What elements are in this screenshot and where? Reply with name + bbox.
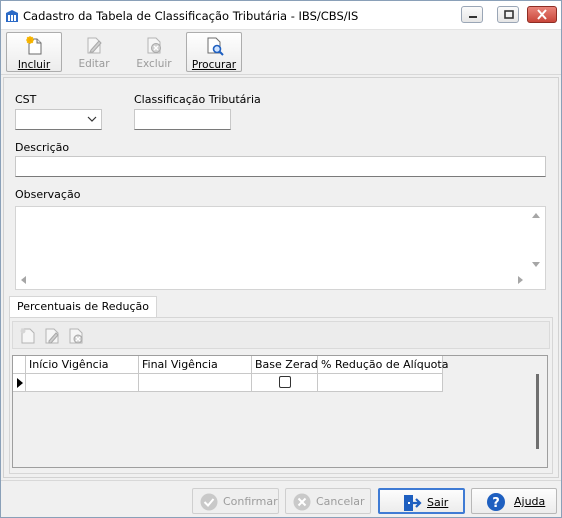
cst-select[interactable]: [15, 109, 102, 130]
bottom-bar: Confirmar Cancelar Sair ? Ajuda: [1, 480, 561, 517]
scroll-left-icon[interactable]: [21, 276, 26, 284]
horizontal-scrollbar[interactable]: [16, 272, 528, 289]
classificacao-label: Classificação Tributária: [134, 93, 261, 106]
editar-button[interactable]: Editar: [66, 32, 122, 72]
cst-label: CST: [15, 93, 37, 106]
row-indicator-header: [13, 356, 26, 374]
cell-reducao[interactable]: [318, 374, 443, 392]
tab-percentuais-reducao[interactable]: Percentuais de Redução: [9, 296, 158, 318]
ajuda-label: Ajuda: [514, 495, 546, 508]
vertical-scrollbar[interactable]: [528, 207, 545, 272]
excluir-label: Excluir: [136, 58, 172, 70]
maximize-icon: [504, 10, 514, 19]
delete-document-icon: [147, 37, 161, 54]
row-indicator: [13, 374, 26, 392]
close-button[interactable]: [527, 6, 557, 23]
scroll-up-icon[interactable]: [532, 213, 540, 218]
check-circle-icon: [200, 493, 218, 511]
cell-base-zerada: [252, 374, 318, 392]
excluir-button[interactable]: Excluir: [126, 32, 182, 72]
column-header-inicio[interactable]: Início Vigência: [26, 356, 139, 374]
ajuda-button[interactable]: ? Ajuda: [471, 488, 557, 514]
maximize-button[interactable]: [497, 6, 519, 23]
grid-vertical-scrollbar[interactable]: [536, 374, 539, 449]
sair-button[interactable]: Sair: [378, 488, 465, 514]
current-row-icon: [17, 378, 23, 388]
incluir-label: Incluir: [17, 59, 51, 71]
close-icon: [537, 9, 547, 20]
descricao-input[interactable]: [15, 156, 546, 177]
observacao-memo[interactable]: [15, 206, 546, 290]
edit-document-icon: [87, 37, 102, 54]
base-zerada-checkbox[interactable]: [279, 376, 291, 388]
editar-label: Editar: [78, 58, 110, 70]
procurar-button[interactable]: Procurar: [186, 32, 242, 72]
minimize-button[interactable]: [461, 6, 483, 23]
cell-inicio[interactable]: [26, 374, 139, 392]
column-header-final[interactable]: Final Vigência: [139, 356, 252, 374]
reducao-grid: Início Vigência Final Vigência Base Zera…: [12, 355, 548, 468]
minimize-icon: [469, 16, 477, 18]
cell-final[interactable]: [139, 374, 252, 392]
scroll-down-icon[interactable]: [532, 262, 540, 267]
chevron-down-icon: [87, 116, 97, 122]
edit-row-icon[interactable]: [43, 327, 61, 345]
descricao-label: Descrição: [15, 141, 70, 154]
scroll-right-icon[interactable]: [518, 276, 523, 284]
sair-label: Sair: [427, 496, 449, 509]
main-window: Cadastro da Tabela de Classificação Trib…: [0, 0, 562, 518]
tab-label: Percentuais de Redução: [17, 300, 150, 313]
cancelar-button[interactable]: Cancelar: [285, 488, 371, 514]
observacao-label: Observação: [15, 188, 81, 201]
new-document-icon: [26, 36, 42, 55]
confirmar-button[interactable]: Confirmar: [192, 488, 279, 514]
svg-text:?: ?: [492, 496, 500, 511]
title-bar: Cadastro da Tabela de Classificação Trib…: [1, 1, 561, 30]
cancelar-label: Cancelar: [316, 495, 365, 508]
cancel-circle-icon: [293, 493, 311, 511]
form-panel: CST Classificação Tributária Descrição O…: [3, 77, 559, 478]
tab-content: Início Vigência Final Vigência Base Zera…: [9, 317, 553, 474]
grid-toolbar: [12, 321, 550, 349]
classificacao-input[interactable]: [134, 109, 231, 130]
add-row-icon[interactable]: [19, 327, 37, 345]
exit-door-icon: [404, 495, 422, 511]
search-document-icon: [207, 37, 224, 56]
app-icon: [6, 10, 18, 22]
column-header-base-zerada[interactable]: Base Zerada: [252, 356, 325, 374]
window-title: Cadastro da Tabela de Classificação Trib…: [23, 9, 359, 23]
help-icon: ?: [487, 493, 505, 511]
procurar-label: Procurar: [191, 59, 237, 71]
column-header-reducao[interactable]: % Redução de Alíquota: [318, 356, 448, 374]
incluir-button[interactable]: Incluir: [6, 32, 62, 72]
confirmar-label: Confirmar: [223, 495, 278, 508]
toolbar: Incluir Editar Excluir Procurar: [1, 30, 561, 75]
delete-row-icon[interactable]: [67, 327, 85, 345]
